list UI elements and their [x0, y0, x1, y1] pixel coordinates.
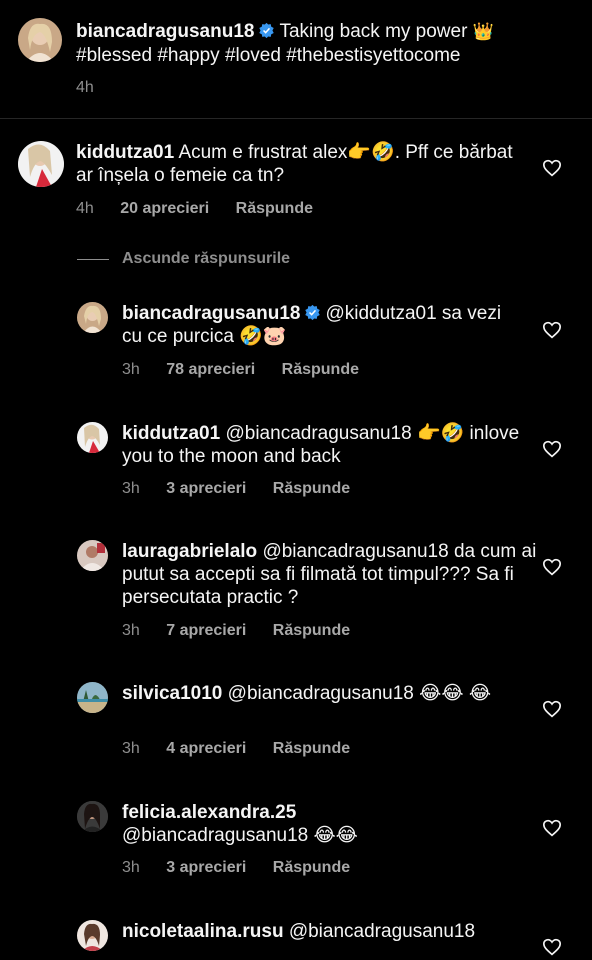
- reply-button[interactable]: Răspunde: [273, 622, 350, 639]
- divider: [77, 258, 109, 260]
- comment-username[interactable]: silvica1010: [122, 683, 222, 704]
- heart-icon[interactable]: [542, 558, 562, 576]
- comment-username[interactable]: kiddutza01: [122, 423, 220, 444]
- hide-replies-toggle[interactable]: Ascunde răspunsurile: [77, 250, 290, 268]
- likes-count[interactable]: 7 aprecieri: [166, 622, 246, 639]
- comment-text: nicoletaalina.rusu @biancadragusanu18: [122, 921, 476, 942]
- reply-button[interactable]: Răspunde: [273, 740, 350, 757]
- heart-icon[interactable]: [542, 159, 562, 177]
- avatar[interactable]: [77, 920, 108, 951]
- likes-count[interactable]: 4 aprecieri: [166, 740, 246, 757]
- avatar[interactable]: [77, 682, 108, 713]
- likes-count[interactable]: 20 aprecieri: [120, 200, 209, 217]
- comment-username[interactable]: biancadragusanu18: [122, 303, 300, 324]
- comment-meta: 3h 4 aprecieri Răspunde: [122, 740, 372, 758]
- comment-text: kiddutza01 @biancadragusanu18 👉🤣 inlove …: [122, 423, 520, 467]
- comment-meta: 4h 20 aprecieri Răspunde: [76, 200, 335, 218]
- likes-count[interactable]: 3 aprecieri: [166, 859, 246, 876]
- heart-icon[interactable]: [542, 938, 562, 956]
- reply-button[interactable]: Răspunde: [273, 480, 350, 497]
- caption-time: 4h: [76, 79, 94, 96]
- verified-badge-icon: [259, 22, 275, 39]
- comment-text: kiddutza01 Acum e frustrat alex👉🤣. Pff c…: [76, 142, 513, 186]
- comment-meta: 3h 7 aprecieri Răspunde: [122, 622, 372, 640]
- reply-button[interactable]: Răspunde: [273, 859, 350, 876]
- avatar[interactable]: [18, 18, 62, 62]
- avatar[interactable]: [77, 540, 108, 571]
- likes-count[interactable]: 3 aprecieri: [166, 480, 246, 497]
- caption-hashtags[interactable]: #blessed #happy #loved #thebestisyettoco…: [76, 45, 460, 66]
- comment-meta: 3h 78 aprecieri Răspunde: [122, 361, 381, 379]
- comment-text: biancadragusanu18 @kiddutza01 sa vezi cu …: [122, 303, 502, 347]
- caption-text: biancadragusanu18 Taking back my power 👑 …: [76, 21, 494, 66]
- comment-meta: 3h 3 aprecieri Răspunde: [122, 480, 372, 498]
- comment-time: 3h: [122, 480, 140, 497]
- comment-time: 4h: [76, 200, 94, 217]
- comment-username[interactable]: lauragabrielalo: [122, 541, 257, 562]
- reply-button[interactable]: Răspunde: [236, 200, 313, 217]
- comment-meta: 3h 3 aprecieri Răspunde: [122, 859, 372, 877]
- reply-button[interactable]: Răspunde: [282, 361, 359, 378]
- comment-username[interactable]: felicia.alexandra.25: [122, 802, 296, 823]
- comment-text: felicia.alexandra.25 @biancadragusanu18 😂…: [122, 802, 358, 846]
- heart-icon[interactable]: [542, 700, 562, 718]
- heart-icon[interactable]: [542, 819, 562, 837]
- avatar[interactable]: [77, 801, 108, 832]
- crown-emoji: 👑: [472, 22, 494, 42]
- hide-replies-label: Ascunde răspunsurile: [122, 250, 291, 267]
- comment-time: 3h: [122, 622, 140, 639]
- comment-text: lauragabrielalo @biancadragusanu18 da cu…: [122, 541, 537, 608]
- caption-username[interactable]: biancadragusanu18: [76, 21, 254, 42]
- comment-time: 3h: [122, 859, 140, 876]
- avatar[interactable]: [18, 141, 64, 187]
- comment-username[interactable]: nicoletaalina.rusu: [122, 921, 284, 942]
- avatar[interactable]: [77, 422, 108, 453]
- heart-icon[interactable]: [542, 440, 562, 458]
- heart-icon[interactable]: [542, 321, 562, 339]
- comment-text: silvica1010 @biancadragusanu18 😂😂 😂: [122, 683, 492, 704]
- comments-screen: biancadragusanu18 Taking back my power 👑 …: [0, 0, 592, 960]
- comment-username[interactable]: kiddutza01: [76, 142, 174, 163]
- likes-count[interactable]: 78 aprecieri: [166, 361, 255, 378]
- comment-time: 3h: [122, 361, 140, 378]
- divider: [0, 118, 592, 119]
- comment-time: 3h: [122, 740, 140, 757]
- verified-badge-icon: [305, 304, 321, 321]
- avatar[interactable]: [77, 302, 108, 333]
